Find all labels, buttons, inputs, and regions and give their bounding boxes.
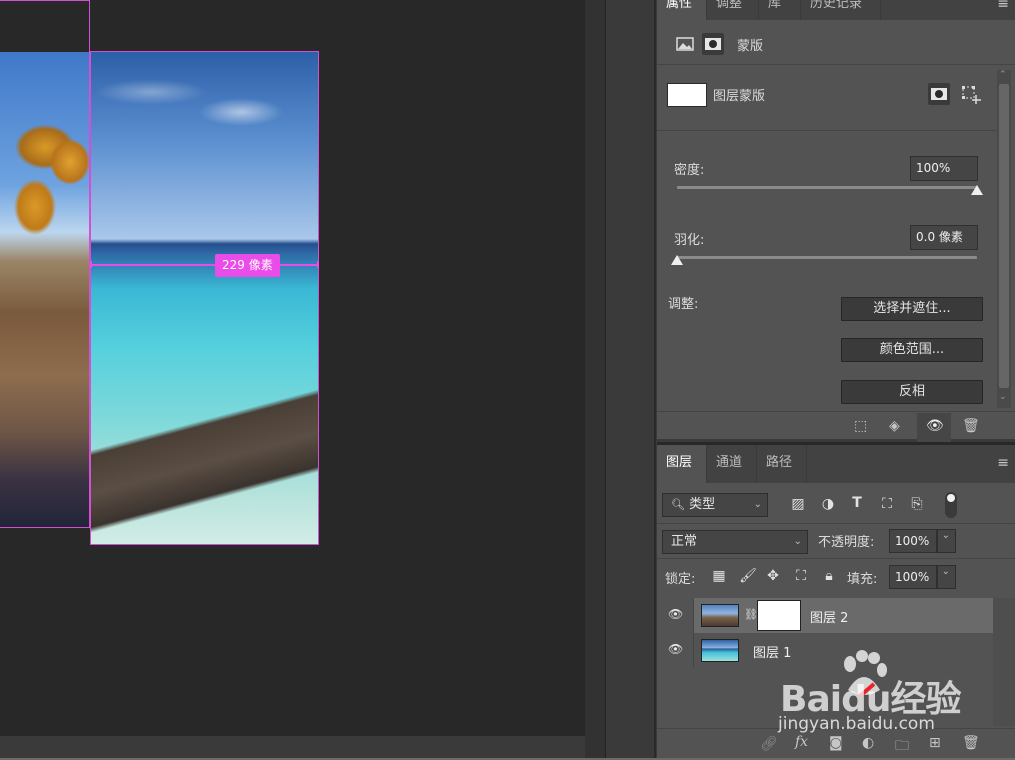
lock-label: 锁定: — [665, 572, 696, 587]
visibility-column: 👁 — [657, 633, 694, 668]
layer-mask-icon[interactable] — [702, 33, 724, 55]
scroll-up-arrow-icon[interactable]: ⌃ — [999, 70, 1007, 80]
mask-type-label: 蒙版 — [737, 39, 764, 54]
visibility-eye-icon[interactable]: 👁 — [668, 607, 683, 621]
layer-1-thumbnail — [701, 639, 739, 662]
smart-guide-distance-line — [91, 264, 318, 266]
tab-layers[interactable]: 图层 — [657, 445, 707, 483]
apply-mask-icon[interactable]: ◈ — [889, 418, 900, 434]
chevron-down-icon: ⌄ — [753, 499, 762, 510]
filter-shape-icon[interactable]: ⛶ — [878, 496, 896, 512]
toggle-mask-wrapper: 👁 — [917, 413, 951, 442]
layers-panel-menu-icon[interactable]: ≡ — [997, 455, 1009, 471]
density-slider-thumb[interactable] — [971, 185, 983, 195]
link-layers-icon[interactable]: 🔗︎ — [760, 736, 778, 752]
layer-mask-label: 图层蒙版 — [713, 89, 766, 104]
mask-thumbnail — [667, 83, 707, 107]
density-slider[interactable] — [677, 186, 977, 189]
opacity-dropdown-button[interactable]: ⌄ — [937, 529, 956, 553]
fill-label: 填充: — [847, 572, 878, 587]
opacity-label: 不透明度: — [818, 535, 875, 550]
layer-row[interactable]: 👁 ⛓ 图层 2 — [657, 598, 993, 633]
blend-mode-dropdown[interactable]: 正常 ⌄ — [662, 530, 808, 554]
filter-type-icon[interactable]: T — [848, 495, 866, 511]
layer-bounds-guide-left — [0, 0, 90, 528]
chevron-down-icon: ⌄ — [941, 530, 950, 541]
filter-adjustment-icon[interactable]: ◑ — [819, 496, 837, 512]
chevron-down-icon: ⌄ — [941, 566, 950, 577]
layer-filter-value: 类型 — [689, 497, 716, 512]
visibility-eye-icon[interactable]: 👁 — [668, 642, 683, 656]
lock-image-pixels-brush-icon[interactable]: 🖌︎ — [739, 568, 757, 584]
select-layer-mask-icon[interactable] — [928, 83, 950, 105]
delete-mask-trash-icon[interactable]: 🗑 — [962, 418, 980, 434]
filter-pixel-icon[interactable]: ▨ — [789, 496, 807, 512]
canvas-vertical-scrollbar[interactable] — [585, 0, 605, 736]
tab-history[interactable]: 历史记录 — [801, 0, 881, 20]
canvas-horizontal-scrollbar[interactable] — [0, 736, 585, 758]
tab-adjustments[interactable]: 调整 — [707, 0, 759, 20]
tab-channels[interactable]: 通道 — [707, 445, 757, 483]
blend-mode-value: 正常 — [671, 534, 698, 549]
add-vector-mask-icon[interactable] — [960, 83, 982, 105]
lock-transparent-pixels-icon[interactable]: ▦ — [710, 568, 728, 584]
fill-input[interactable]: 100% — [889, 565, 937, 589]
layers-tabbar: 图层 通道 路径 ≡ — [657, 445, 1015, 483]
baidu-url-text: jingyan.baidu.com — [778, 714, 935, 734]
smart-guide-cap-left — [90, 261, 92, 268]
mask-link-chain-icon[interactable]: ⛓ — [744, 608, 758, 621]
tab-paths[interactable]: 路径 — [757, 445, 807, 483]
smart-guide-cap-right — [317, 261, 319, 268]
lock-all-padlock-icon[interactable]: 🔒︎ — [820, 568, 838, 584]
layers-scrollbar[interactable] — [993, 598, 1015, 726]
pixel-mask-icon[interactable] — [674, 33, 696, 55]
scrollbar-corner — [585, 736, 605, 758]
feather-input[interactable]: 0.0 像素 — [910, 225, 978, 250]
document-canvas[interactable]: 229 像素 — [0, 0, 585, 736]
properties-panel: 属性 调整 库 历史记录 ≡ 蒙版 图层蒙版 ⌃ ⌄ 密度: 100% 羽化: … — [657, 0, 1015, 442]
search-icon: 🔍︎ — [671, 498, 685, 511]
lock-artboard-icon[interactable]: ⛶ — [792, 568, 810, 584]
feather-label: 羽化: — [674, 233, 705, 248]
layer-filter-dropdown[interactable]: 🔍︎ 类型 ⌄ — [662, 493, 768, 517]
tab-properties[interactable]: 属性 — [657, 0, 707, 20]
tab-libraries[interactable]: 库 — [759, 0, 801, 20]
select-and-mask-button[interactable]: 选择并遮住... — [841, 297, 983, 321]
color-range-button[interactable]: 颜色范围... — [841, 338, 983, 362]
layer-2-thumbnail — [701, 604, 739, 627]
lock-position-move-icon[interactable]: ✥ — [764, 568, 782, 584]
filter-smart-object-icon[interactable]: ⎘ — [908, 496, 926, 512]
baidu-watermark: Baidu经验 jingyan.baidu.com — [778, 650, 968, 740]
distance-measure-label: 229 像素 — [215, 254, 280, 277]
layer-2-mask-thumbnail[interactable] — [757, 600, 801, 631]
opacity-input[interactable]: 100% — [889, 529, 937, 553]
properties-tabbar: 属性 调整 库 历史记录 ≡ — [657, 0, 1015, 20]
feather-slider[interactable] — [677, 256, 977, 259]
filter-toggle-switch[interactable] — [945, 492, 957, 518]
layer-bounds-guide-right — [90, 51, 319, 545]
properties-scrollbar[interactable]: ⌃ ⌄ — [997, 70, 1011, 408]
refine-label: 调整: — [668, 297, 699, 312]
density-label: 密度: — [674, 163, 705, 178]
toggle-mask-eye-icon[interactable]: 👁 — [926, 418, 944, 434]
load-selection-icon[interactable]: ⬚ — [854, 418, 867, 434]
panel-dock-gutter — [605, 0, 657, 760]
feather-slider-thumb[interactable] — [671, 255, 683, 265]
properties-scroll-thumb[interactable] — [999, 84, 1009, 388]
density-input[interactable]: 100% — [910, 156, 978, 181]
panel-menu-icon[interactable]: ≡ — [997, 0, 1009, 12]
layer-name[interactable]: 图层 2 — [810, 607, 848, 626]
fill-dropdown-button[interactable]: ⌄ — [937, 565, 956, 589]
chevron-down-icon: ⌄ — [793, 536, 802, 547]
visibility-column: 👁 — [657, 598, 694, 633]
invert-button[interactable]: 反相 — [841, 380, 983, 404]
scroll-down-arrow-icon[interactable]: ⌄ — [999, 392, 1007, 402]
